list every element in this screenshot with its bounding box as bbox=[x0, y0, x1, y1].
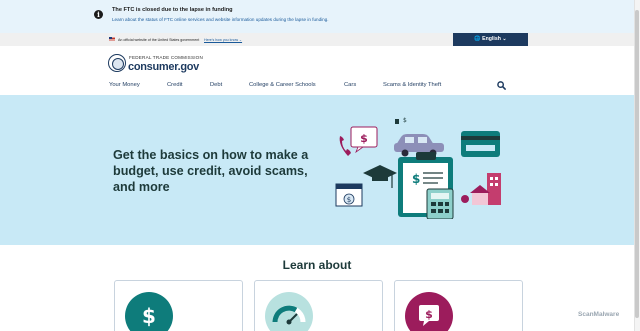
svg-text:$: $ bbox=[142, 304, 156, 328]
svg-text:$: $ bbox=[403, 117, 407, 124]
credit-gauge-icon bbox=[265, 292, 313, 331]
learn-card-scams[interactable]: $ bbox=[394, 280, 523, 331]
language-button[interactable]: 🌐 English ⌄ bbox=[453, 33, 528, 46]
nav-scams-identity-theft[interactable]: Scams & Identity Theft bbox=[383, 82, 441, 91]
watermark-text: ScanMalware bbox=[578, 311, 620, 318]
hero-section: Get the basics on how to make a budget, … bbox=[0, 95, 634, 245]
nav-cars[interactable]: Cars bbox=[344, 82, 356, 91]
alert-title: The FTC is closed due to the lapse in fu… bbox=[112, 7, 233, 13]
agency-name: FEDERAL TRADE COMMISSION bbox=[129, 55, 203, 60]
nav-your-money[interactable]: Your Money bbox=[109, 82, 140, 91]
svg-text:$: $ bbox=[347, 196, 351, 204]
page: i The FTC is closed due to the lapse in … bbox=[0, 0, 640, 331]
info-icon: i bbox=[94, 10, 103, 19]
svg-text:$: $ bbox=[412, 172, 420, 186]
chat-dollar-icon: $ bbox=[405, 292, 453, 331]
search-icon[interactable] bbox=[497, 81, 506, 90]
nav-college-career-schools[interactable]: College & Career Schools bbox=[249, 82, 316, 91]
learn-card-credit[interactable] bbox=[254, 280, 383, 331]
gov-banner: An official website of the United States… bbox=[0, 33, 634, 46]
us-flag-icon bbox=[109, 37, 115, 41]
site-logo[interactable]: consumer.gov bbox=[128, 61, 199, 73]
hero-illustration: $ $ $ $ bbox=[335, 117, 501, 219]
svg-text:$: $ bbox=[360, 132, 368, 145]
learn-card-money[interactable]: $ bbox=[114, 280, 243, 331]
learn-about-heading: Learn about bbox=[282, 258, 352, 272]
ftc-seal-icon bbox=[108, 54, 126, 72]
svg-text:$: $ bbox=[425, 308, 433, 321]
hero-heading: Get the basics on how to make a budget, … bbox=[113, 148, 309, 194]
official-site-text: An official website of the United States… bbox=[118, 37, 200, 42]
how-you-know-link[interactable]: Here's how you know ⌄ bbox=[204, 38, 242, 42]
dollar-icon: $ bbox=[125, 292, 173, 331]
scrollbar-thumb[interactable] bbox=[635, 10, 639, 318]
nav-credit[interactable]: Credit bbox=[167, 82, 182, 91]
nav-debt[interactable]: Debt bbox=[210, 82, 222, 91]
alert-description-link[interactable]: Learn about the status of FTC online ser… bbox=[112, 17, 329, 22]
funding-alert-banner: i The FTC is closed due to the lapse in … bbox=[0, 0, 634, 33]
